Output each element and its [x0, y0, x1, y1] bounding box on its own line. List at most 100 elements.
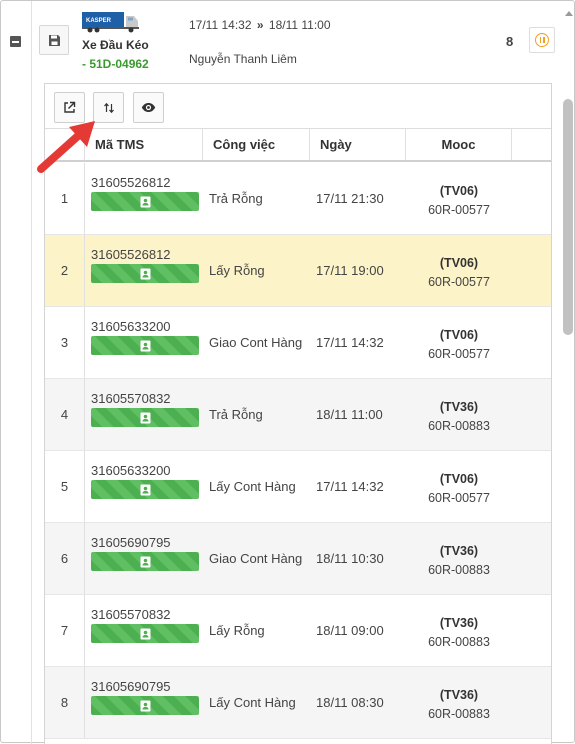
scroll-up-arrow-icon[interactable]	[565, 11, 573, 16]
tms-code[interactable]: 31605633200	[91, 319, 203, 334]
date-cell: 17/11 19:00	[316, 263, 384, 278]
vehicle-plate: - 51D-04962	[82, 57, 149, 71]
job-cell: Lấy Cont Hàng	[209, 695, 296, 710]
tms-cell: 31605570832	[85, 595, 203, 666]
mooc-plate: 60R-00577	[428, 491, 490, 505]
trip-card: KASPER Xe Đầu Kéo - 51D-04962 17/11 14:3…	[0, 0, 575, 744]
date-cell: 18/11 09:00	[316, 623, 384, 638]
vehicle-type: Xe Đầu Kéo	[82, 38, 149, 52]
mooc-code: (TV36)	[439, 400, 479, 414]
mooc-code: (TV06)	[439, 256, 479, 270]
tms-cell: 31605633200	[85, 451, 203, 522]
table-header: Mã TMS Công việc Ngày Mooc	[45, 129, 551, 162]
col-date[interactable]: Ngày	[310, 129, 406, 160]
date-cell: 17/11 14:32	[316, 479, 384, 494]
mooc-cell: (TV36) 60R-00883	[406, 595, 512, 666]
mooc-cell: (TV06) 60R-00577	[406, 163, 512, 234]
minus-square-icon[interactable]	[10, 36, 21, 47]
contact-card-icon	[140, 700, 150, 711]
tms-badge[interactable]	[91, 480, 199, 499]
scroll-thumb[interactable]	[563, 99, 573, 335]
mooc-plate: 60R-00577	[428, 275, 490, 289]
gutter-divider	[31, 1, 32, 744]
tms-badge[interactable]	[91, 264, 199, 283]
double-arrow-icon: »	[256, 18, 264, 32]
tms-code[interactable]: 31605570832	[91, 391, 203, 406]
job-cell: Lấy Rỗng	[209, 263, 265, 278]
mooc-plate: 60R-00577	[428, 347, 490, 361]
job-cell: Lấy Cont Hàng	[209, 479, 296, 494]
date-cell: 18/11 11:00	[316, 407, 383, 422]
tms-badge[interactable]	[91, 192, 199, 211]
table-row[interactable]: 7 31605570832 Lấy Rỗng 18/11 09:00 (TV36) 60R…	[45, 595, 551, 667]
tms-badge[interactable]	[91, 552, 199, 571]
contact-card-icon	[140, 484, 150, 495]
contact-card-icon	[140, 628, 150, 639]
job-cell: Lấy Rỗng	[209, 623, 265, 638]
trip-time-range: 17/11 14:32 » 18/11 11:00	[189, 18, 331, 32]
mooc-plate: 60R-00883	[428, 563, 490, 577]
mooc-cell: (TV36) 60R-00883	[406, 379, 512, 450]
contact-card-icon	[140, 556, 150, 567]
mooc-code: (TV36)	[439, 616, 479, 630]
tms-badge[interactable]	[91, 696, 199, 715]
date-cell: 18/11 10:30	[316, 551, 384, 566]
floppy-disk-icon	[48, 34, 60, 46]
row-number: 6	[45, 523, 85, 594]
mooc-code: (TV06)	[439, 472, 479, 486]
mooc-code: (TV36)	[439, 544, 479, 558]
row-number: 4	[45, 379, 85, 450]
tms-badge[interactable]	[91, 624, 199, 643]
table-row[interactable]: 4 31605570832 Trả Rỗng 18/11 11:00 (TV36) 60R…	[45, 379, 551, 451]
tms-code[interactable]: 31605570832	[91, 607, 203, 622]
mooc-cell: (TV06) 60R-00577	[406, 235, 512, 306]
mooc-plate: 60R-00883	[428, 707, 490, 721]
tms-cell: 31605570832	[85, 379, 203, 450]
vertical-scrollbar[interactable]	[562, 11, 575, 744]
table-row[interactable]: 8 31605690795 Lấy Cont Hàng 18/11 08:30 (TV3…	[45, 667, 551, 739]
table-row[interactable]: 6 31605690795 Giao Cont Hàng 18/11 10:30 (TV…	[45, 523, 551, 595]
tms-code[interactable]: 31605690795	[91, 679, 203, 694]
container-truck-icon: KASPER	[82, 12, 139, 33]
row-number: 5	[45, 451, 85, 522]
tms-code[interactable]: 31605690795	[91, 535, 203, 550]
table-row[interactable]: 3 31605633200 Giao Cont Hàng 17/11 14:32 (TV…	[45, 307, 551, 379]
table-row[interactable]: 2 31605526812 Lấy Rỗng 17/11 19:00 (TV06) 60R…	[45, 235, 551, 307]
job-cell: Giao Cont Hàng	[209, 551, 303, 566]
table-row[interactable]: 1 31605526812 Trả Rỗng 17/11 21:30 (TV06) 60R…	[45, 163, 551, 235]
job-cell: Trả Rỗng	[209, 407, 263, 422]
contact-card-icon	[140, 412, 150, 423]
mooc-cell: (TV36) 60R-00883	[406, 667, 512, 738]
trip-end-time: 18/11 11:00	[268, 18, 331, 32]
date-cell: 17/11 14:32	[316, 335, 384, 350]
row-number: 2	[45, 235, 85, 306]
date-cell: 17/11 21:30	[316, 191, 384, 206]
tms-badge[interactable]	[91, 336, 199, 355]
driver-name: Nguyễn Thanh Liêm	[189, 52, 297, 66]
tms-code[interactable]: 31605633200	[91, 463, 203, 478]
job-cell: Trả Rỗng	[209, 191, 263, 206]
contact-card-icon	[140, 268, 150, 279]
red-arrow-pointer	[37, 121, 95, 173]
contact-card-icon	[140, 340, 150, 351]
view-button[interactable]	[133, 92, 164, 123]
pause-circle-icon	[535, 33, 549, 47]
col-job[interactable]: Công việc	[203, 129, 310, 160]
save-button[interactable]	[39, 25, 69, 55]
job-count: 8	[506, 34, 514, 49]
mooc-code: (TV06)	[439, 328, 479, 342]
mooc-plate: 60R-00883	[428, 419, 490, 433]
eye-icon	[141, 103, 156, 112]
tms-code[interactable]: 31605526812	[91, 175, 203, 190]
tms-badge[interactable]	[91, 408, 199, 427]
pause-button[interactable]	[529, 27, 555, 53]
tms-cell: 31605690795	[85, 667, 203, 738]
table-row[interactable]: 5 31605633200 Lấy Cont Hàng 17/11 14:32 (TV0…	[45, 451, 551, 523]
col-mooc[interactable]: Mooc	[406, 129, 512, 160]
mooc-cell: (TV36) 60R-00883	[406, 523, 512, 594]
date-cell: 18/11 08:30	[316, 695, 384, 710]
sort-arrows-icon	[103, 102, 114, 113]
job-cell: Giao Cont Hàng	[209, 335, 303, 350]
tms-code[interactable]: 31605526812	[91, 247, 203, 262]
tms-cell: 31605526812	[85, 235, 203, 306]
